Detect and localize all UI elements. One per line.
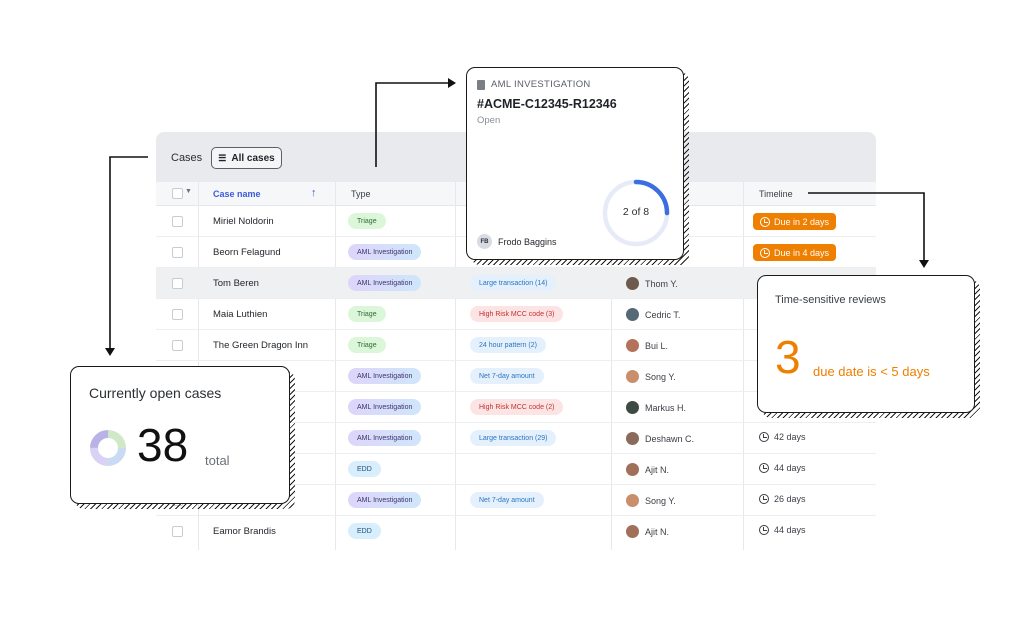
progress-label: 2 of 8	[622, 206, 650, 218]
arrow-to-open-cases-card	[109, 156, 148, 350]
aml-card-header: AML INVESTIGATION	[477, 79, 591, 90]
time-sensitive-description: due date is < 5 days	[813, 364, 930, 379]
aml-card-heading: AML INVESTIGATION	[491, 79, 591, 90]
time-sensitive-card: Time-sensitive reviews 3 due date is < 5…	[757, 275, 975, 413]
open-cases-card: Currently open cases 38 total	[70, 366, 290, 504]
time-sensitive-count: 3	[775, 331, 801, 383]
open-cases-count: 38	[137, 419, 189, 471]
open-cases-title: Currently open cases	[89, 385, 222, 401]
case-status: Open	[477, 115, 501, 126]
owner-name: Frodo Baggins	[498, 236, 557, 247]
case-owner[interactable]: FB Frodo Baggins	[477, 234, 557, 249]
owner-avatar: FB	[477, 234, 492, 249]
case-id: #ACME-C12345-R12346	[477, 97, 617, 111]
open-cases-unit: total	[205, 453, 230, 468]
aml-investigation-card[interactable]: AML INVESTIGATION #ACME-C12345-R12346 Op…	[466, 67, 684, 260]
donut-chart-icon	[90, 430, 126, 466]
arrow-to-aml-card	[375, 82, 452, 167]
time-sensitive-title: Time-sensitive reviews	[775, 294, 886, 306]
arrow-to-time-card	[808, 192, 925, 262]
document-icon	[477, 79, 485, 90]
